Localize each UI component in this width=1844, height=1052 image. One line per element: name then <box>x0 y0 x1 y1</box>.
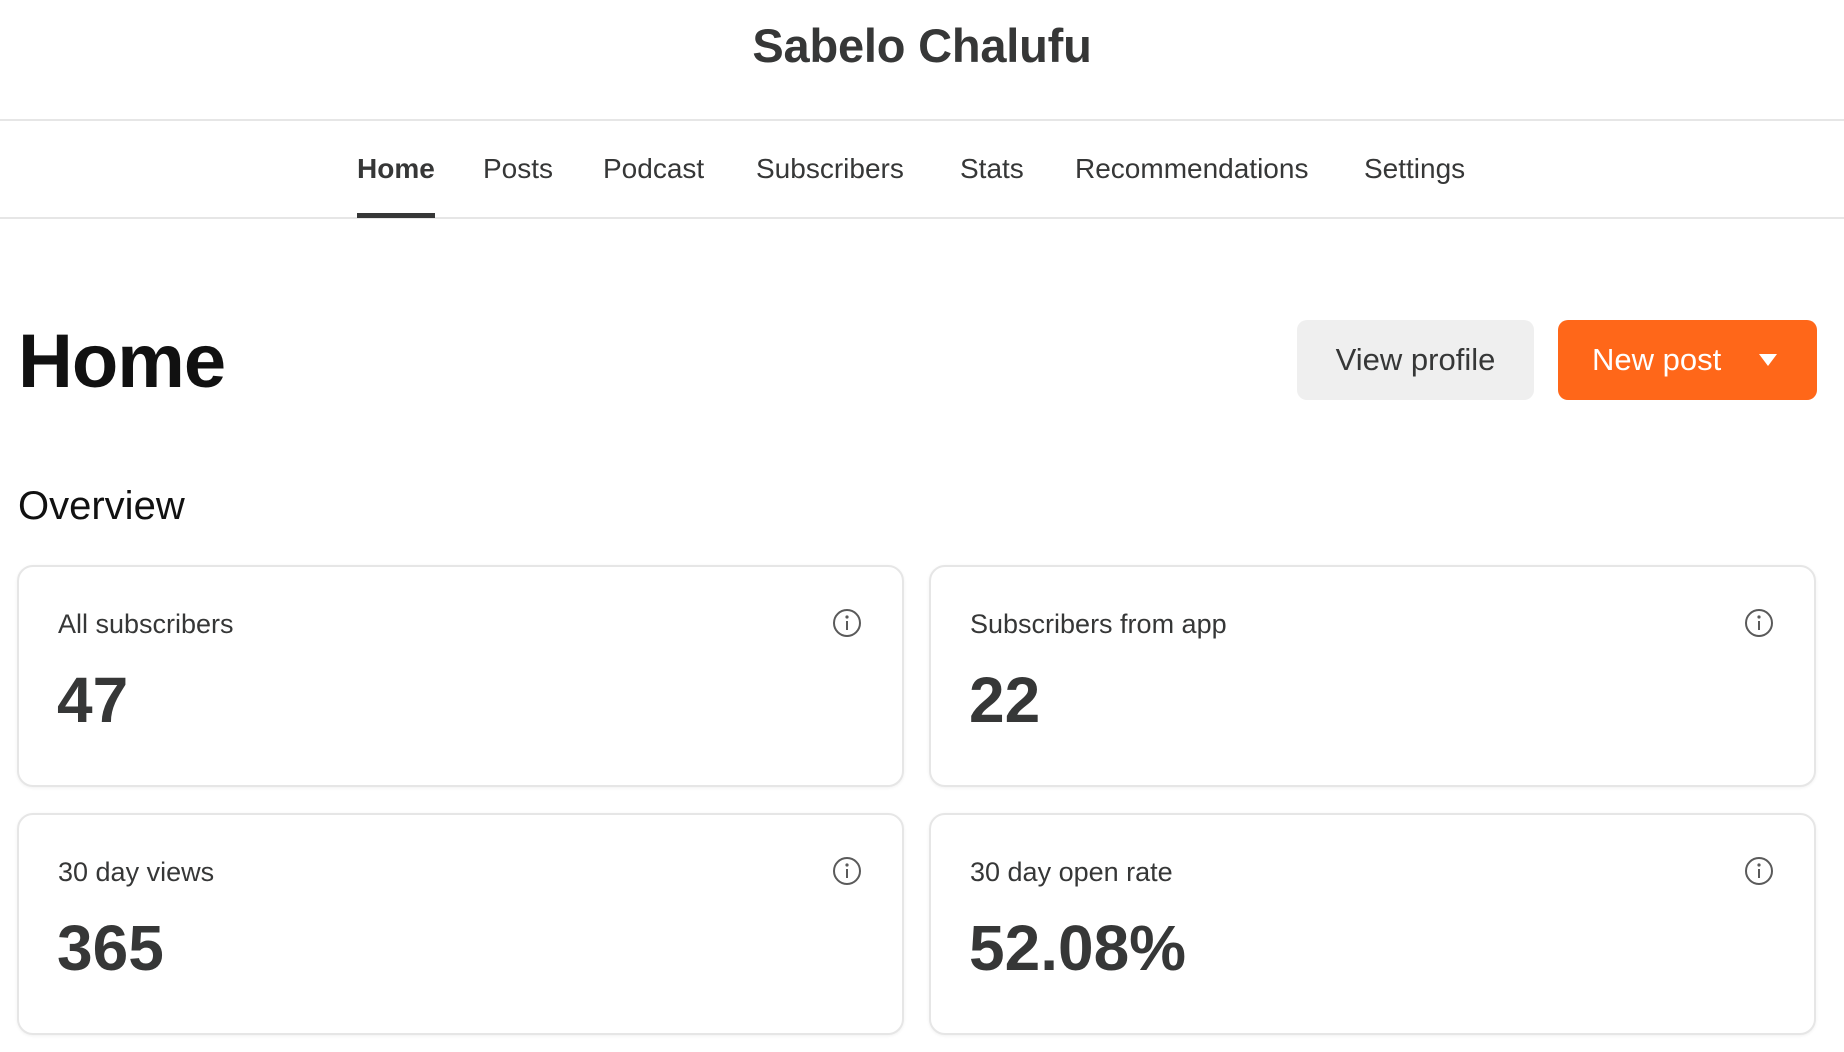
view-profile-button[interactable]: View profile <box>1297 320 1534 400</box>
nav-tabs: Home Posts Podcast Subscribers Stats Rec… <box>0 121 1844 219</box>
info-icon[interactable] <box>832 856 862 886</box>
subscribers-from-app-card: Subscribers from app 22 <box>929 565 1816 787</box>
card-label: Subscribers from app <box>970 609 1227 639</box>
all-subscribers-card: All subscribers 47 <box>17 565 904 787</box>
page-title: Home <box>18 319 226 404</box>
tab-podcast[interactable]: Podcast <box>603 121 704 217</box>
card-value: 52.08% <box>969 912 1187 984</box>
tab-posts[interactable]: Posts <box>483 121 553 217</box>
new-post-button[interactable]: New post <box>1558 320 1817 400</box>
thirty-day-views-card: 30 day views 365 <box>17 813 904 1035</box>
tab-recommendations[interactable]: Recommendations <box>1075 121 1308 217</box>
info-icon[interactable] <box>1744 856 1774 886</box>
tab-subscribers[interactable]: Subscribers <box>756 121 904 217</box>
overview-title: Overview <box>18 484 185 528</box>
card-value: 22 <box>969 664 1041 736</box>
tab-home[interactable]: Home <box>357 121 435 218</box>
thirty-day-open-rate-card: 30 day open rate 52.08% <box>929 813 1816 1035</box>
tab-settings[interactable]: Settings <box>1364 121 1465 217</box>
site-title[interactable]: Sabelo Chalufu <box>0 18 1844 73</box>
info-icon[interactable] <box>832 608 862 638</box>
card-value: 365 <box>57 912 164 984</box>
tab-stats[interactable]: Stats <box>960 121 1024 217</box>
card-label: 30 day views <box>58 857 215 887</box>
new-post-label: New post <box>1592 342 1722 377</box>
top-bar: Sabelo Chalufu <box>0 0 1844 121</box>
info-icon[interactable] <box>1744 608 1774 638</box>
card-value: 47 <box>57 664 129 736</box>
card-label: 30 day open rate <box>970 857 1173 887</box>
caret-down-icon[interactable] <box>1759 354 1777 366</box>
card-label: All subscribers <box>58 609 234 639</box>
